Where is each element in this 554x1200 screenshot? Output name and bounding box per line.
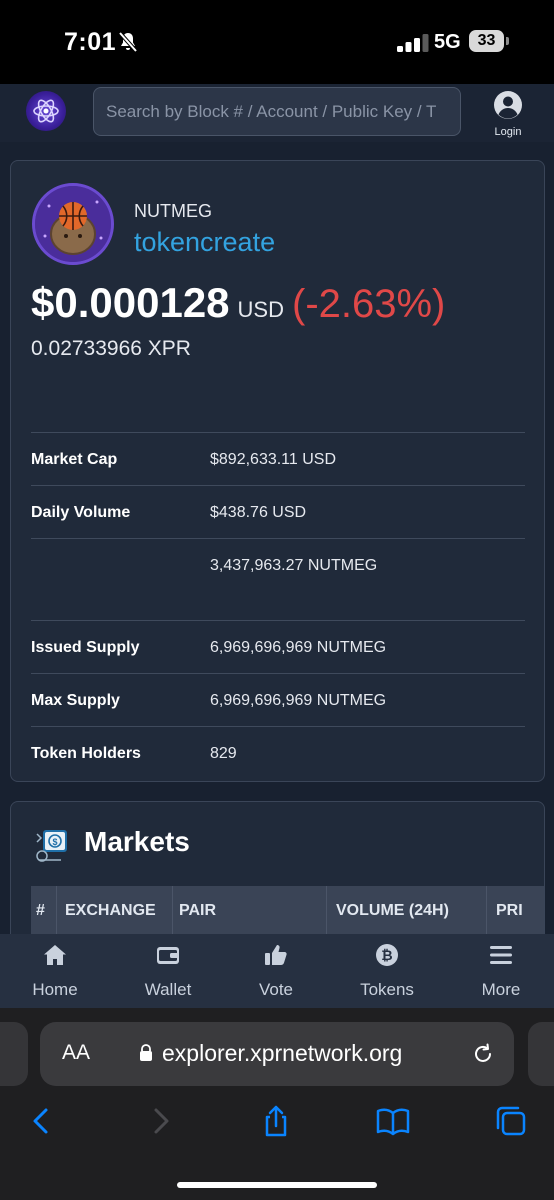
bookmarks-icon[interactable] xyxy=(376,1104,410,1138)
stat-label: Max Supply xyxy=(31,692,120,709)
browser-chrome: AA explorer.xprnetwork.org xyxy=(0,1008,554,1200)
svg-text:₿: ₿ xyxy=(381,947,392,963)
token-logo-icon xyxy=(32,183,114,265)
battery-icon: 33 xyxy=(469,30,509,52)
reader-settings-button[interactable]: AA xyxy=(62,1041,90,1065)
token-symbol: NUTMEG xyxy=(134,201,212,221)
column-header[interactable]: VOLUME (24H) xyxy=(336,902,449,920)
next-tab-preview[interactable] xyxy=(528,1022,554,1086)
reload-icon[interactable] xyxy=(470,1041,496,1067)
address-bar[interactable]: AA explorer.xprnetwork.org xyxy=(40,1022,514,1086)
nav-home[interactable]: Home xyxy=(5,942,105,1000)
wallet-icon xyxy=(157,947,179,964)
price-unit: USD xyxy=(237,297,284,322)
stat-value: $892,633.11 USD xyxy=(210,451,337,468)
lock-icon xyxy=(140,1044,152,1061)
stat-label: Market Cap xyxy=(31,451,118,468)
stat-value: 829 xyxy=(210,745,237,762)
login-button[interactable]: Login xyxy=(488,90,528,138)
column-header[interactable]: PAIR xyxy=(179,902,216,920)
markets-title: Markets xyxy=(84,826,190,857)
token-stats: Market Cap $892,633.11 USD Daily Volume … xyxy=(31,432,525,779)
nav-label: Vote xyxy=(258,980,294,999)
token-card: NUTMEG tokencreate $0.000128 USD (-2.63%) … xyxy=(10,160,545,782)
thumbs-up-icon xyxy=(265,945,287,965)
back-icon[interactable] xyxy=(24,1104,58,1138)
tabs-icon[interactable] xyxy=(494,1104,528,1138)
bell-slash-icon xyxy=(118,31,138,53)
column-header[interactable]: PRI xyxy=(496,902,523,920)
stat-row-daily-volume-token: 3,437,963.27 NUTMEG xyxy=(31,538,525,591)
search-input[interactable]: Search by Block # / Account / Public Key… xyxy=(93,87,461,136)
price-line: $0.000128 USD (-2.63%) xyxy=(31,279,445,327)
previous-tab-preview[interactable] xyxy=(0,1022,28,1086)
battery-level: 33 xyxy=(477,32,496,49)
stat-row-issued-supply: Issued Supply 6,969,696,969 NUTMEG xyxy=(31,620,525,673)
user-avatar-icon xyxy=(494,91,522,119)
stat-label: Issued Supply xyxy=(31,639,140,656)
bottom-nav: Home Wallet Vote ₿ Tokens More xyxy=(0,934,554,1008)
stat-value: 3,437,963.27 NUTMEG xyxy=(210,557,378,574)
menu-icon xyxy=(490,946,512,964)
svg-text:$: $ xyxy=(52,837,57,847)
stat-row-market-cap: Market Cap $892,633.11 USD xyxy=(31,432,525,485)
bitcoin-icon: ₿ xyxy=(376,944,398,966)
stat-row-max-supply: Max Supply 6,969,696,969 NUTMEG xyxy=(31,673,525,726)
login-label: Login xyxy=(494,126,522,138)
price-usd: $0.000128 xyxy=(31,279,230,326)
signal-icon xyxy=(397,34,429,52)
network-type: 5G xyxy=(434,31,461,53)
stat-value: 6,969,696,969 NUTMEG xyxy=(210,639,387,656)
nav-label: More xyxy=(481,980,521,999)
forward-icon[interactable] xyxy=(144,1104,178,1138)
url-text[interactable]: explorer.xprnetwork.org xyxy=(162,1040,402,1067)
stat-label: Token Holders xyxy=(31,745,141,762)
nav-more[interactable]: More xyxy=(451,942,551,1000)
stat-row-daily-volume: Daily Volume $438.76 USD xyxy=(31,485,525,538)
stat-label: Daily Volume xyxy=(31,504,131,521)
markets-exchange-icon: $ xyxy=(36,830,67,862)
token-contract-link[interactable]: tokencreate xyxy=(134,227,275,258)
price-xpr: 0.02733966 XPR xyxy=(31,337,191,360)
site-header: Search by Block # / Account / Public Key… xyxy=(0,84,554,142)
stat-value: $438.76 USD xyxy=(210,504,307,521)
share-icon[interactable] xyxy=(259,1104,293,1138)
stat-row-token-holders: Token Holders 829 xyxy=(31,726,525,779)
stat-value: 6,969,696,969 NUTMEG xyxy=(210,692,387,709)
column-header[interactable]: # xyxy=(36,902,45,920)
home-icon xyxy=(44,945,66,965)
nav-vote[interactable]: Vote xyxy=(226,942,326,1000)
nav-label: Home xyxy=(32,980,78,999)
status-bar: 7:01 5G 33 xyxy=(0,0,554,84)
xpr-logo-icon[interactable] xyxy=(26,91,66,131)
nav-label: Tokens xyxy=(360,980,414,999)
markets-table-header: # EXCHANGE PAIR VOLUME (24H) PRI xyxy=(31,886,544,936)
column-header[interactable]: EXCHANGE xyxy=(65,902,156,920)
home-indicator xyxy=(177,1182,377,1188)
nav-label: Wallet xyxy=(144,980,192,999)
nav-wallet[interactable]: Wallet xyxy=(118,942,218,1000)
nav-tokens[interactable]: ₿ Tokens xyxy=(337,942,437,1000)
price-change: (-2.63%) xyxy=(292,282,446,326)
status-time: 7:01 xyxy=(64,28,117,56)
